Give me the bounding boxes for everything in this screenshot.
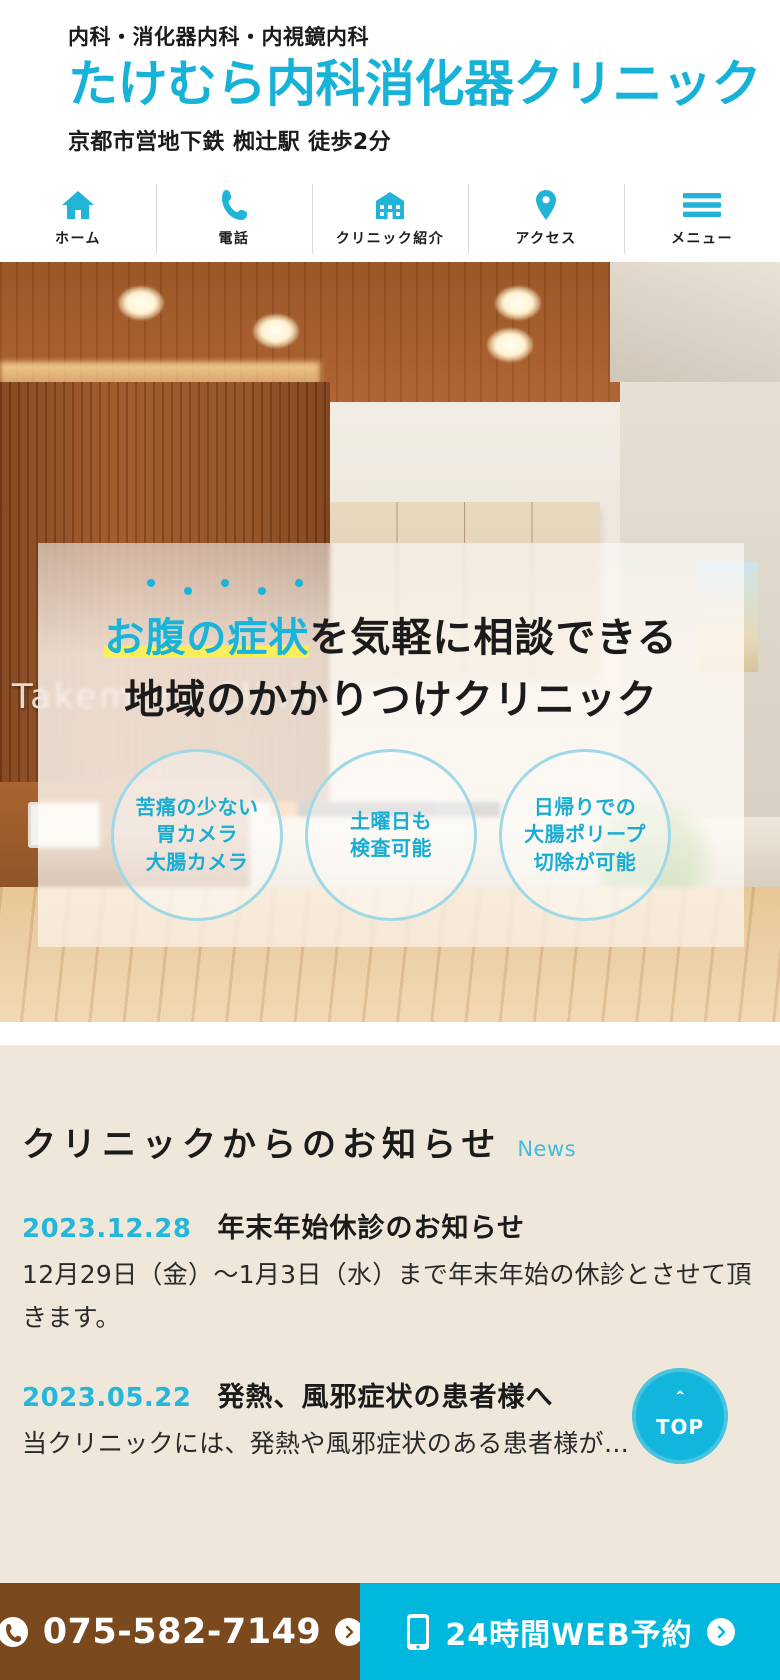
news-heading-en: News — [517, 1137, 577, 1161]
phone-circle-icon — [0, 1616, 29, 1648]
phone-icon — [221, 188, 247, 222]
chevron-right-icon — [706, 1617, 735, 1646]
feature-line: 大腸カメラ — [145, 849, 249, 874]
feature-line: 大腸ポリープ — [524, 822, 646, 847]
clinic-phone-number: 075-582-7149 — [42, 1611, 322, 1652]
nav-item-clinic-intro[interactable]: クリニック紹介 — [312, 174, 468, 262]
hero-section: Takemura Clinic お腹の症状を気軽に相談できる 地域のかかりつけク… — [0, 262, 780, 1023]
feature-line: 日帰りでの — [533, 794, 637, 819]
web-reservation-button[interactable]: 24時間WEB予約 — [360, 1583, 780, 1680]
feature-circle-polypectomy: 日帰りでの 大腸ポリープ 切除が可能 — [499, 749, 671, 922]
feature-line: 苦痛の少ない — [135, 794, 259, 819]
news-title: 年末年始休診のお知らせ — [217, 1213, 525, 1244]
news-date: 2023.12.28 — [22, 1214, 192, 1244]
nav-item-phone[interactable]: 電話 — [156, 174, 312, 262]
nav-item-menu[interactable]: メニュー — [624, 174, 780, 262]
feature-line: 胃カメラ — [156, 822, 238, 847]
news-heading-ja: クリニックからのお知らせ — [22, 1125, 502, 1165]
home-icon — [61, 188, 95, 222]
news-title: 発熱、風邪症状の患者様へ — [217, 1382, 554, 1413]
hero-message-panel: お腹の症状を気軽に相談できる 地域のかかりつけクリニック 苦痛の少ない 胃カメラ… — [38, 543, 744, 948]
chevron-up-icon: ＾ — [670, 1391, 690, 1414]
hero-headline-rest: を気軽に相談できる — [309, 615, 678, 662]
nav-item-home[interactable]: ホーム — [0, 174, 156, 262]
header-access-text: 京都市営地下鉄 椥辻駅 徒歩2分 — [68, 130, 392, 156]
header-subtitle: 内科・消化器内科・内視鏡内科 — [68, 25, 369, 49]
feature-line: 切除が可能 — [533, 849, 637, 874]
hero-headline-line1: お腹の症状を気軽に相談できる — [38, 605, 744, 663]
news-body: 12月29日（金）〜1月3日（水）まで年末年始の休診とさせて頂きます。 — [22, 1260, 752, 1332]
nav-label-home: ホーム — [54, 231, 102, 248]
smartphone-icon — [405, 1612, 431, 1652]
bottom-action-bar: 075-582-7149 24時間WEB予約 — [0, 1583, 780, 1680]
nav-label-access: アクセス — [515, 231, 577, 248]
feature-circle-endoscopy: 苦痛の少ない 胃カメラ 大腸カメラ — [111, 749, 283, 922]
news-date: 2023.05.22 — [22, 1383, 192, 1413]
hero-feature-circles: 苦痛の少ない 胃カメラ 大腸カメラ 土曜日も 検査可能 日帰りでの 大腸ポリープ… — [38, 749, 744, 922]
hospital-icon — [373, 188, 407, 222]
nav-label-menu: メニュー — [671, 231, 733, 248]
global-nav: ホーム 電話 クリニック紹介 アクセス メニュー — [0, 174, 780, 263]
scroll-to-top-button[interactable]: ＾ TOP — [632, 1368, 728, 1464]
nav-label-clinic-intro: クリニック紹介 — [335, 231, 445, 248]
call-clinic-button[interactable]: 075-582-7149 — [0, 1583, 364, 1680]
web-reservation-label: 24時間WEB予約 — [445, 1617, 693, 1653]
hero-headline-line2: 地域のかかりつけクリニック — [124, 677, 658, 724]
nav-label-phone: 電話 — [218, 231, 250, 248]
map-pin-icon — [534, 188, 558, 222]
clinic-title: たけむら内科消化器クリニック — [68, 55, 762, 114]
hamburger-icon — [681, 188, 723, 222]
news-list-item[interactable]: 2023.12.28 年末年始休診のお知らせ 12月29日（金）〜1月3日（水）… — [18, 1206, 762, 1339]
scroll-to-top-label: TOP — [655, 1414, 705, 1439]
hero-highlight-text: お腹の症状 — [104, 615, 310, 662]
page-root: 内科・消化器内科・内視鏡内科 たけむら内科消化器クリニック 京都市営地下鉄 椥辻… — [0, 0, 780, 1680]
site-header: 内科・消化器内科・内視鏡内科 たけむら内科消化器クリニック 京都市営地下鉄 椥辻… — [0, 0, 780, 157]
news-heading: クリニックからのお知らせ News — [18, 1045, 762, 1166]
feature-line: 検査可能 — [350, 836, 432, 861]
nav-item-access[interactable]: アクセス — [468, 174, 624, 262]
feature-line: 土曜日も — [350, 808, 432, 833]
feature-circle-saturday: 土曜日も 検査可能 — [305, 749, 477, 922]
